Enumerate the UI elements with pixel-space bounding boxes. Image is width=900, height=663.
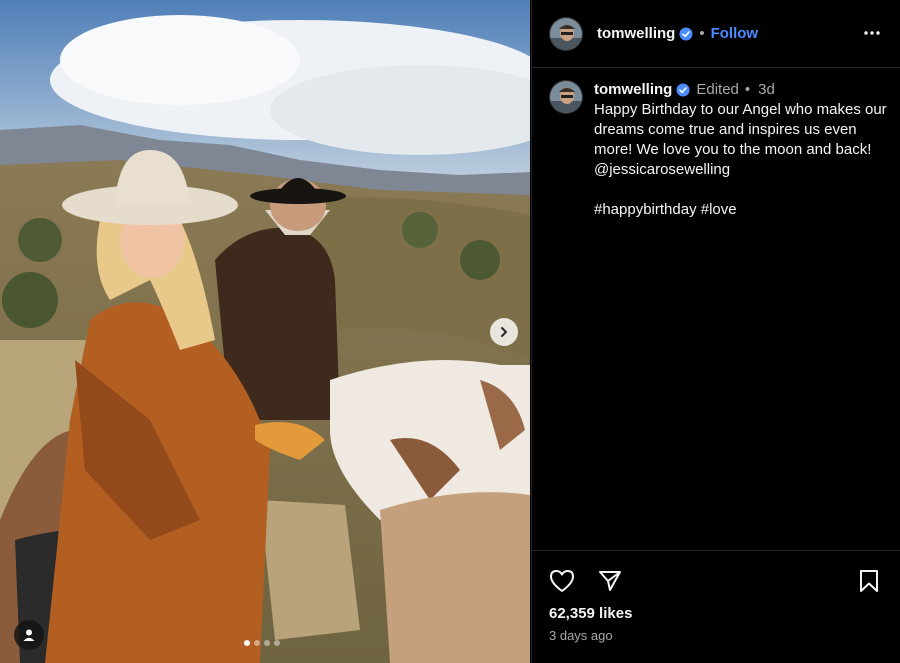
caption-text: Happy Birthday to our Angel who makes ou… <box>594 101 887 218</box>
edited-label: Edited <box>696 81 739 98</box>
tagged-users-button[interactable] <box>14 620 44 650</box>
avatar-image <box>550 81 582 113</box>
user-tag-icon <box>23 629 35 641</box>
verified-badge-icon <box>676 83 690 97</box>
post-timestamp[interactable]: 3d <box>758 80 775 100</box>
photo-scene <box>0 0 530 663</box>
follow-button[interactable]: Follow <box>711 25 759 42</box>
heart-icon <box>550 570 574 592</box>
share-button[interactable] <box>596 567 624 595</box>
save-button[interactable] <box>855 567 883 595</box>
verified-badge-icon <box>679 27 693 41</box>
post-side-panel: tomwelling • Follow tomwelling Edited • … <box>531 0 900 663</box>
separator-dot: • <box>699 25 705 42</box>
caption-username[interactable]: tomwelling <box>594 80 672 100</box>
caption-avatar[interactable] <box>549 80 583 114</box>
post-caption: tomwelling Edited • 3d Happy Birthday to… <box>549 80 894 220</box>
carousel-next-button[interactable] <box>490 318 518 346</box>
carousel-dot <box>274 640 280 646</box>
likes-count[interactable]: 62,359 likes <box>549 605 632 622</box>
avatar[interactable] <box>549 16 583 51</box>
carousel-indicator <box>244 640 280 646</box>
header-username[interactable]: tomwelling <box>597 25 675 42</box>
action-icons <box>548 567 624 595</box>
post-actions: 62,359 likes 3 days ago <box>532 550 900 663</box>
post-date[interactable]: 3 days ago <box>549 628 613 643</box>
more-options-icon <box>864 31 880 35</box>
caption-header: tomwelling Edited • 3d <box>594 80 894 100</box>
avatar-image <box>550 17 582 50</box>
carousel-dot <box>264 640 270 646</box>
more-options-button[interactable] <box>863 24 881 47</box>
chevron-right-icon <box>501 327 507 337</box>
share-icon <box>599 571 621 591</box>
carousel-dot <box>254 640 260 646</box>
caption-body: tomwelling Edited • 3d Happy Birthday to… <box>594 80 894 220</box>
like-button[interactable] <box>548 567 576 595</box>
carousel-dot <box>244 640 250 646</box>
post-header: tomwelling • Follow <box>532 0 900 68</box>
post-photo[interactable] <box>0 0 530 663</box>
bookmark-icon <box>860 570 878 592</box>
separator-dot: • <box>744 81 751 98</box>
